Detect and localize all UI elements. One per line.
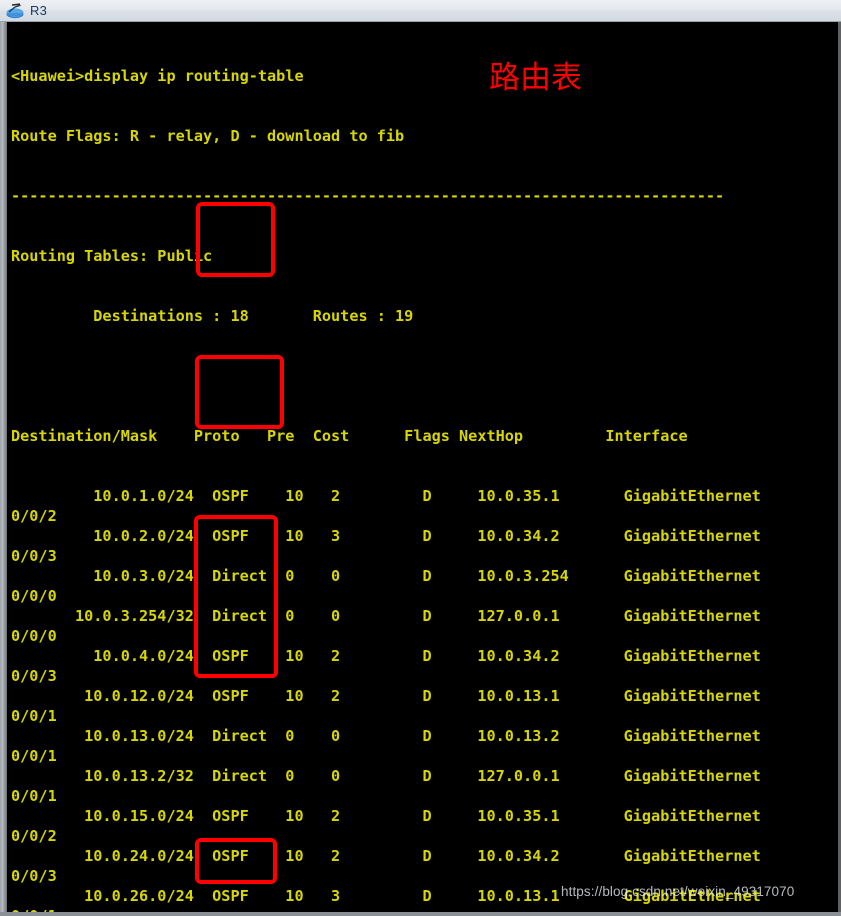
table-row: 10.0.4.0/24 OSPF 10 2 D 10.0.34.2 Gigabi… (11, 647, 761, 665)
terminal-panel: <Huawei>display ip routing-table Route F… (0, 22, 841, 916)
chinese-annotation-label: 路由表 (489, 60, 582, 96)
table-row: 10.0.13.0/24 Direct 0 0 D 10.0.13.2 Giga… (11, 727, 761, 745)
table-row: 10.0.2.0/24 OSPF 10 3 D 10.0.34.2 Gigabi… (11, 527, 761, 545)
table-row: 10.0.24.0/24 OSPF 10 2 D 10.0.34.2 Gigab… (11, 847, 761, 865)
table-row-wrap: 0/0/2 (11, 827, 57, 845)
window-titlebar: R3 (0, 0, 841, 22)
table-header-line: Destination/Mask Proto Pre Cost Flags Ne… (11, 427, 688, 445)
route-flags-line: Route Flags: R - relay, D - download to … (11, 127, 405, 145)
window-left-edge (0, 22, 7, 916)
routing-tables-line: Routing Tables: Public (11, 247, 213, 265)
table-row-wrap: 0/0/1 (11, 707, 57, 725)
router-cli-window: R3 <Huawei>display ip routing-table Rout… (0, 0, 841, 916)
table-row-wrap: 0/0/0 (11, 627, 57, 645)
table-row-wrap: 0/0/1 (11, 787, 57, 805)
command-line: <Huawei>display ip routing-table (11, 67, 304, 85)
routing-table-rows: 10.0.1.0/24 OSPF 10 2 D 10.0.35.1 Gigabi… (11, 486, 838, 912)
table-row: 10.0.3.0/24 Direct 0 0 D 10.0.3.254 Giga… (11, 567, 761, 585)
table-row-wrap: 0/0/1 (11, 906, 838, 912)
table-row-wrap: 0/0/1 (11, 747, 57, 765)
window-bottom-edge (0, 912, 841, 916)
terminal-output[interactable]: <Huawei>display ip routing-table Route F… (7, 22, 838, 912)
table-row: 10.0.13.2/32 Direct 0 0 D 127.0.0.1 Giga… (11, 767, 761, 785)
table-row-wrap: 0/0/3 (11, 547, 57, 565)
watermark-text: https://blog.csdn.net/weixin_49317070 (561, 884, 795, 899)
counts-line: Destinations : 18 Routes : 19 (11, 307, 414, 325)
router-icon (4, 2, 26, 20)
table-row-wrap: 0/0/0 (11, 587, 57, 605)
table-row-wrap: 0/0/2 (11, 507, 57, 525)
window-title: R3 (30, 3, 48, 18)
table-row: 10.0.12.0/24 OSPF 10 2 D 10.0.13.1 Gigab… (11, 687, 761, 705)
table-row-wrap: 0/0/3 (11, 667, 57, 685)
table-row: 10.0.3.254/32 Direct 0 0 D 127.0.0.1 Gig… (11, 607, 761, 625)
table-row: 10.0.1.0/24 OSPF 10 2 D 10.0.35.1 Gigabi… (11, 487, 761, 505)
separator-line: ----------------------------------------… (11, 187, 725, 205)
table-row-wrap: 0/0/3 (11, 867, 57, 885)
table-row: 10.0.15.0/24 OSPF 10 2 D 10.0.35.1 Gigab… (11, 807, 761, 825)
